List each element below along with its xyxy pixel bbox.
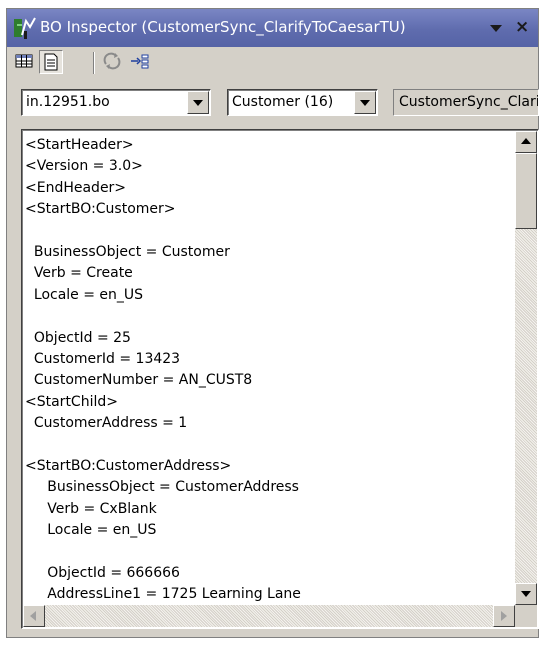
- text-view-icon: [44, 53, 58, 71]
- refresh-icon: [103, 52, 121, 70]
- content-line: Locale = en_US: [25, 286, 144, 303]
- content-line: <StartChild>: [25, 393, 118, 410]
- toolbar: [7, 47, 538, 79]
- map-icon: [131, 54, 149, 69]
- content-line: <StartBO:CustomerAddress>: [25, 457, 232, 474]
- scroll-down-button[interactable]: [515, 583, 537, 605]
- window-title: BO Inspector (CustomerSync_ClarifyToCaes…: [40, 18, 406, 36]
- content-line: [25, 541, 511, 562]
- table-view-icon: [15, 54, 33, 68]
- scroll-right-button[interactable]: [493, 605, 515, 627]
- content-line: CustomerId = 13423: [25, 350, 181, 367]
- content-line: [25, 434, 511, 455]
- content-line: AddressLine1 = 1725 Learning Lane: [25, 586, 301, 603]
- business-object-text-area[interactable]: <StartHeader> <Version = 3.0> <EndHeader> <…: [21, 129, 539, 629]
- table-view-button[interactable]: [13, 50, 37, 74]
- content-line: CustomerAddress = 1: [25, 415, 188, 432]
- content-line: Verb = Create: [25, 265, 133, 282]
- map-button[interactable]: [129, 50, 153, 74]
- vertical-scroll-thumb[interactable]: [515, 153, 537, 229]
- content-line: <StartBO:Customer>: [25, 201, 176, 218]
- content-line: Verb = CxBlank: [25, 500, 157, 517]
- title-bar[interactable]: BO Inspector (CustomerSync_ClarifyToCaes…: [7, 9, 538, 47]
- content-line: ObjectId = 666666: [25, 564, 180, 581]
- arrow-left-icon: [30, 611, 36, 621]
- toolbar-separator: [93, 52, 95, 74]
- arrow-right-icon: [501, 611, 507, 621]
- content-line: CustomerNumber = AN_CUST8: [25, 372, 253, 389]
- bo-inspector-window: BO Inspector (CustomerSync_ClarifyToCaes…: [6, 8, 539, 638]
- refresh-button[interactable]: [101, 50, 125, 74]
- object-select[interactable]: Customer (16): [227, 89, 378, 116]
- scroll-left-button[interactable]: [23, 605, 45, 627]
- close-button[interactable]: ×: [515, 17, 529, 37]
- scroll-up-button[interactable]: [515, 131, 537, 153]
- file-select[interactable]: in.12951.bo: [21, 89, 211, 116]
- collaboration-field-value: CustomerSync_ClarifyToCaesarTU: [399, 94, 539, 110]
- selector-bar: in.12951.bo Customer (16) CustomerSync_C…: [7, 81, 539, 121]
- business-object-content: <StartHeader> <Version = 3.0> <EndHeader> <…: [25, 135, 511, 603]
- text-view-button[interactable]: [39, 50, 63, 74]
- content-line: <StartHeader>: [25, 137, 134, 153]
- collaboration-field: CustomerSync_ClarifyToCaesarTU: [393, 89, 539, 116]
- scrollbar-corner: [515, 605, 537, 627]
- content-line: Locale = en_US: [25, 522, 157, 539]
- content-line: [25, 306, 511, 327]
- content-line: <Version = 3.0>: [25, 158, 143, 175]
- bo-inspector-app-icon: [14, 17, 36, 39]
- content-line: ObjectId = 25: [25, 329, 131, 346]
- horizontal-scrollbar[interactable]: [23, 605, 515, 627]
- content-line: BusinessObject = Customer: [25, 243, 230, 260]
- content-line: <EndHeader>: [25, 179, 127, 196]
- chevron-down-icon[interactable]: [354, 91, 376, 114]
- content-line: BusinessObject = CustomerAddress: [25, 479, 299, 496]
- arrow-up-icon: [521, 138, 531, 144]
- vertical-scrollbar[interactable]: [515, 131, 537, 605]
- file-select-value: in.12951.bo: [26, 94, 110, 110]
- chevron-down-icon[interactable]: [187, 91, 209, 114]
- arrow-down-icon: [521, 591, 531, 597]
- window-menu-dropdown-icon[interactable]: [490, 25, 502, 32]
- object-select-value: Customer (16): [232, 94, 334, 110]
- content-line: [25, 221, 511, 242]
